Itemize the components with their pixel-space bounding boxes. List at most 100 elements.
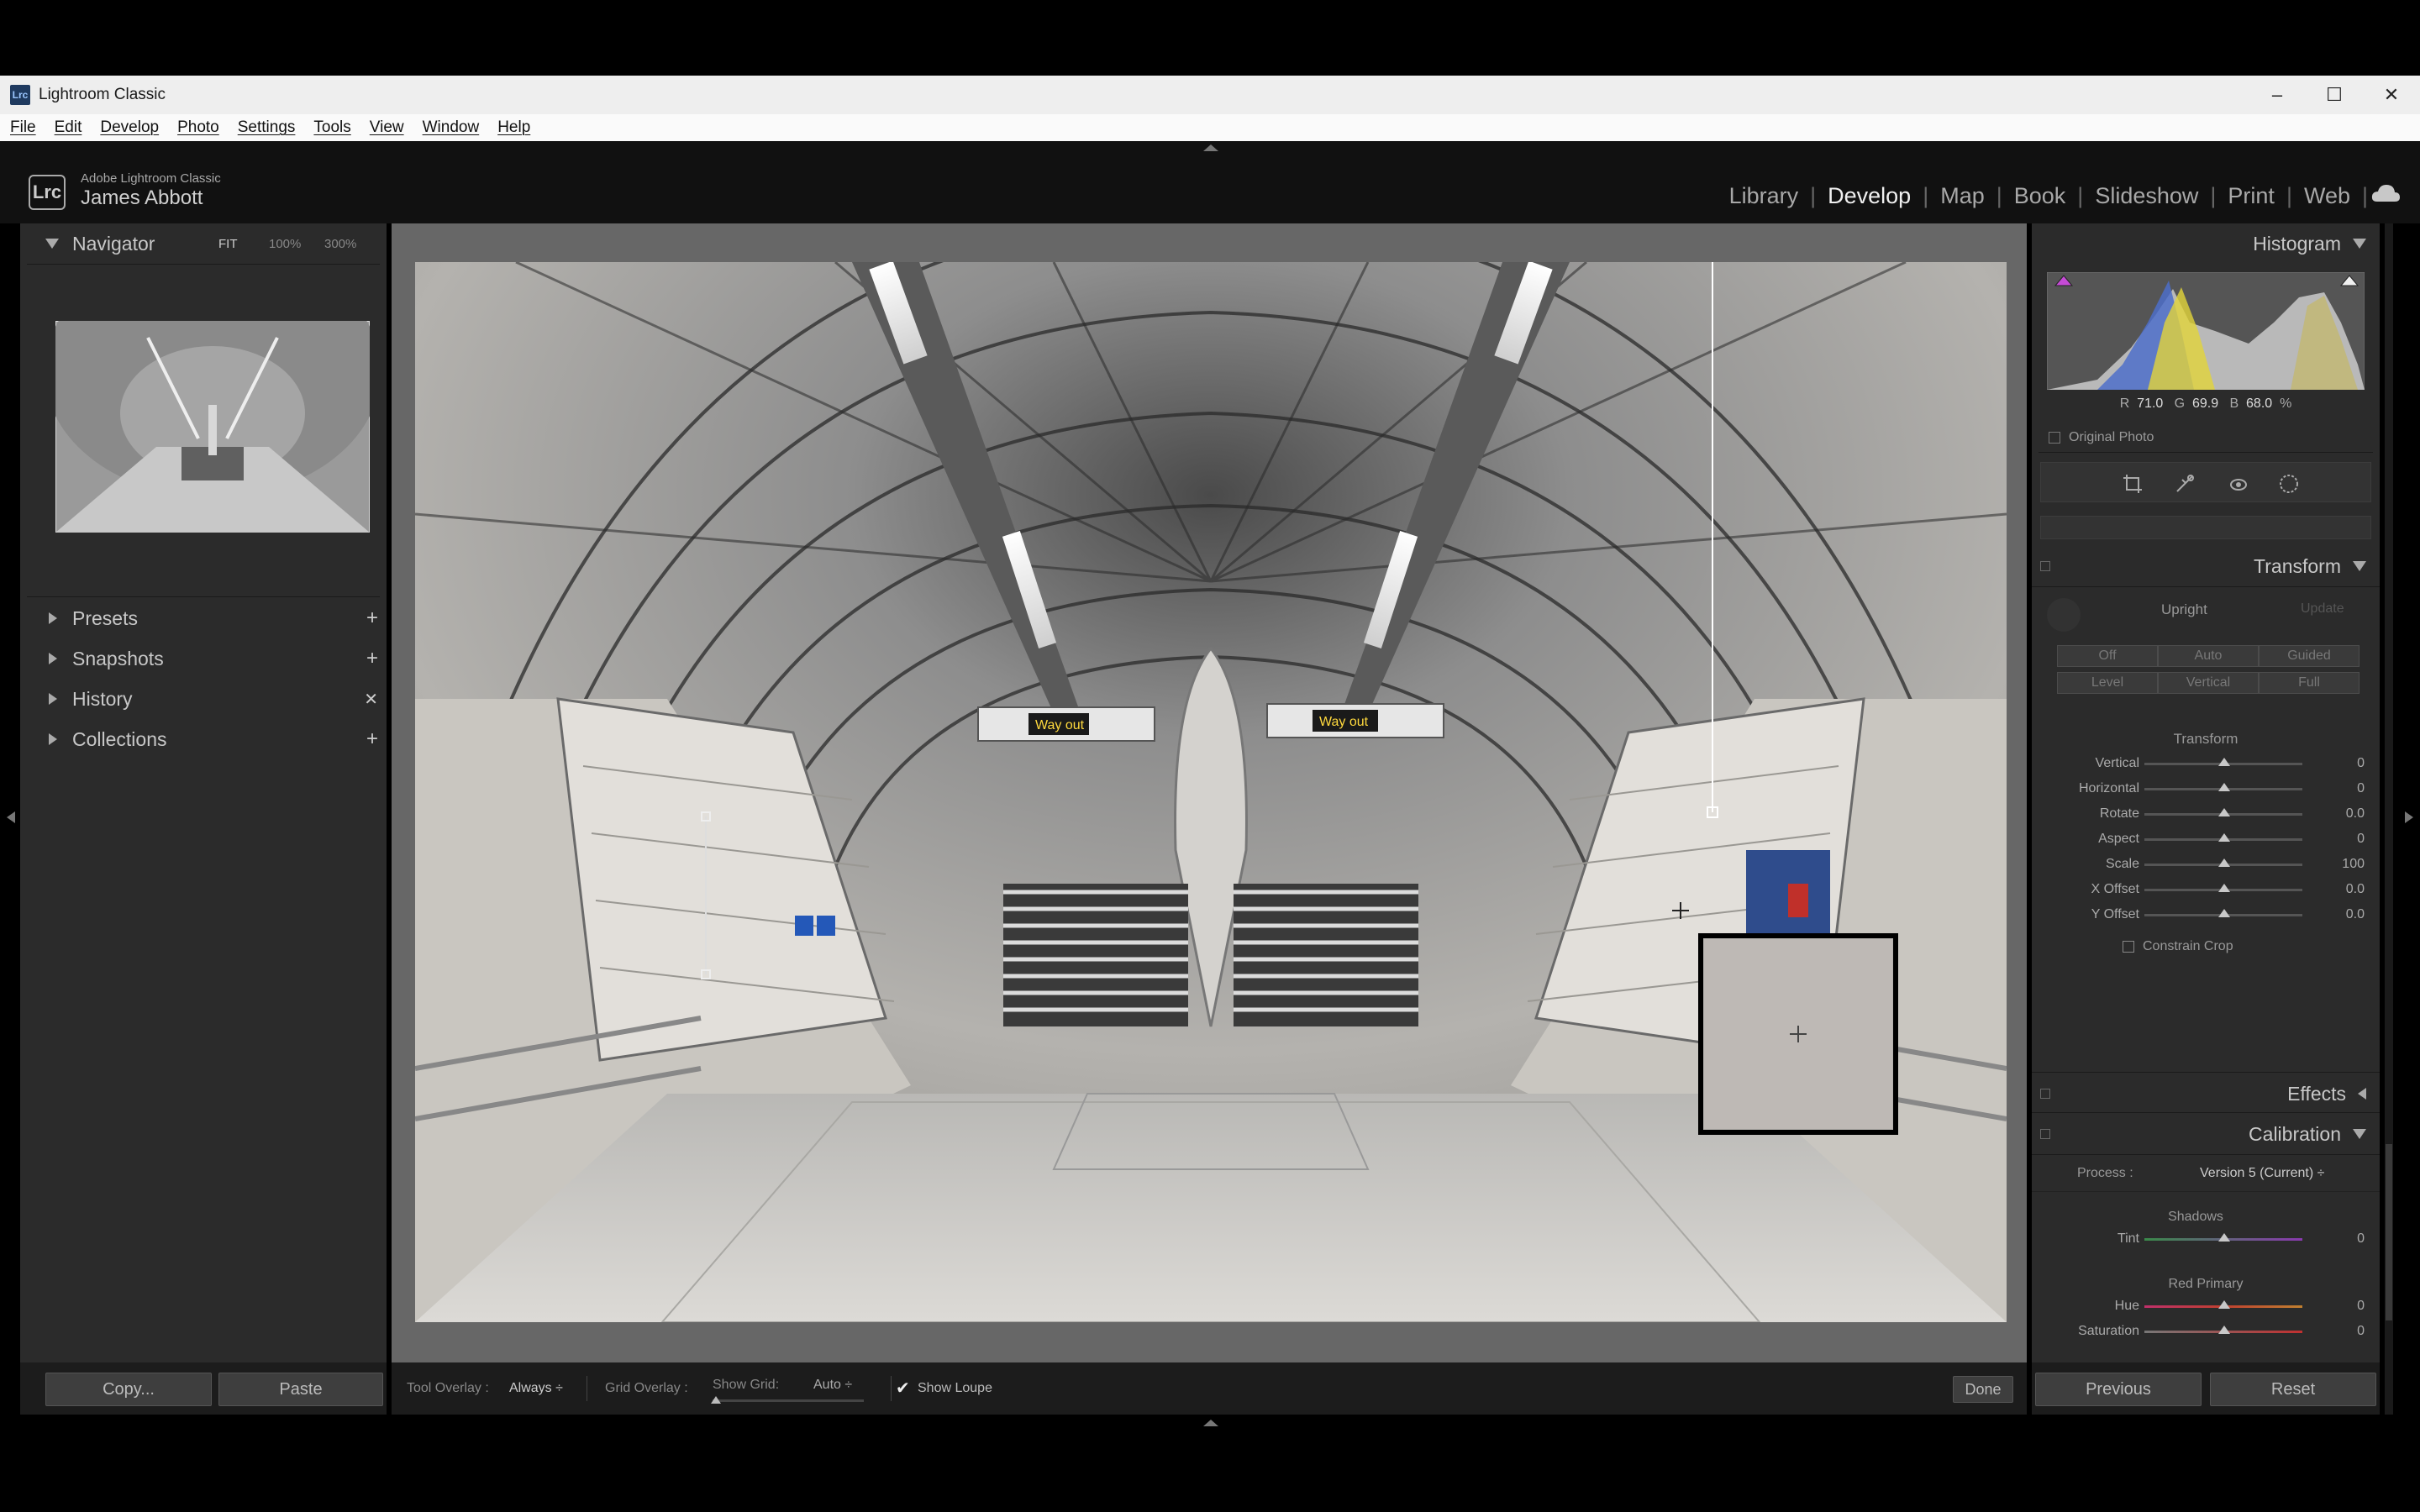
upright-guided-button[interactable]: Guided (2259, 645, 2360, 667)
vertical-slider[interactable]: Vertical 0 (2032, 751, 2380, 776)
filmstrip-toggle-icon[interactable] (1203, 1420, 1218, 1426)
collapse-icon[interactable] (2353, 561, 2366, 571)
menu-photo[interactable]: Photo (177, 118, 219, 137)
effects-header[interactable]: Effects (2032, 1074, 2380, 1114)
module-library[interactable]: Library (1718, 183, 1811, 209)
top-panel-toggle-icon[interactable] (1203, 144, 1218, 151)
menu-edit[interactable]: Edit (55, 118, 82, 137)
grid-size-slider[interactable] (713, 1399, 864, 1402)
navigator-header[interactable]: Navigator FIT 100% 300% (20, 223, 387, 264)
calibration-header[interactable]: Calibration (2032, 1114, 2380, 1154)
module-map[interactable]: Map (1928, 183, 1996, 209)
upright-level-button[interactable]: Level (2057, 672, 2158, 694)
module-slideshow[interactable]: Slideshow (2083, 183, 2210, 209)
transform-toggle[interactable] (2040, 561, 2050, 571)
upright-off-button[interactable]: Off (2057, 645, 2158, 667)
rotate-slider[interactable]: Rotate 0.0 (2032, 801, 2380, 827)
tool-overlay-select[interactable]: Always ÷ (509, 1381, 563, 1396)
y-offset-slider[interactable]: Y Offset 0.0 (2032, 902, 2380, 927)
navigator-preview[interactable] (55, 321, 370, 533)
show-loupe-checkbox[interactable]: ✔ (896, 1378, 913, 1398)
minimize-button[interactable]: – (2249, 76, 2306, 114)
expand-icon[interactable] (49, 693, 57, 705)
reset-button[interactable]: Reset (2210, 1373, 2376, 1406)
menu-window[interactable]: Window (423, 118, 480, 137)
red-eye-icon[interactable] (2228, 473, 2249, 495)
show-grid-select[interactable]: Auto ÷ (813, 1378, 852, 1393)
scrollbar-thumb[interactable] (2386, 1144, 2392, 1320)
histogram-header[interactable]: Histogram (2032, 223, 2380, 264)
aspect-slider[interactable]: Aspect 0 (2032, 827, 2380, 852)
upright-vertical-button[interactable]: Vertical (2158, 672, 2259, 694)
collections-header[interactable]: Collections + (20, 719, 387, 759)
constrain-crop-checkbox[interactable] (2123, 941, 2134, 953)
clear-history-button[interactable]: ✕ (364, 689, 378, 710)
expand-icon[interactable] (49, 653, 57, 664)
left-panel-toggle-icon[interactable] (7, 811, 15, 827)
menu-file[interactable]: File (10, 118, 36, 137)
effects-toggle[interactable] (2040, 1089, 2050, 1099)
copy-settings-button[interactable]: Copy... (45, 1373, 212, 1406)
way-out-text-right: Way out (1319, 715, 1369, 729)
add-preset-button[interactable]: + (366, 606, 378, 630)
done-button[interactable]: Done (1953, 1376, 2013, 1403)
process-select[interactable]: Version 5 (Current) ÷ (2200, 1166, 2324, 1181)
zoom-300[interactable]: 300% (324, 237, 356, 251)
collapse-icon[interactable] (45, 239, 59, 249)
menu-tools[interactable]: Tools (313, 118, 350, 137)
upright-update-button[interactable]: Update (2301, 601, 2344, 617)
identity-plate-bar (0, 141, 2420, 223)
collapse-icon[interactable] (2353, 239, 2366, 249)
masking-icon[interactable] (2278, 473, 2300, 495)
zoom-fit[interactable]: FIT (218, 237, 238, 251)
right-panel-scrollbar[interactable] (2385, 223, 2393, 1415)
expand-icon[interactable] (49, 733, 57, 745)
module-web[interactable]: Web (2292, 183, 2362, 209)
calibration-toggle[interactable] (2040, 1129, 2050, 1139)
crop-icon[interactable] (2122, 473, 2144, 495)
original-photo-checkbox[interactable] (2049, 432, 2060, 444)
red-saturation-slider[interactable]: Saturation 0 (2032, 1319, 2380, 1344)
x-offset-slider[interactable]: X Offset 0.0 (2032, 877, 2380, 902)
menu-develop[interactable]: Develop (100, 118, 159, 137)
histogram-rgb-readout: R 71.0 G 69.9 B 68.0 % (2119, 396, 2292, 411)
cloud-icon[interactable] (2370, 181, 2402, 205)
main-photo[interactable]: Way out Way out (415, 262, 2007, 1322)
add-collection-button[interactable]: + (366, 727, 378, 751)
module-develop[interactable]: Develop (1816, 183, 1923, 209)
maximize-button[interactable]: ☐ (2306, 76, 2363, 114)
window-title: Lightroom Classic (39, 86, 166, 103)
history-header[interactable]: History ✕ (20, 679, 387, 719)
upright-auto-button[interactable]: Auto (2158, 645, 2259, 667)
expand-icon[interactable] (49, 612, 57, 624)
shadows-tint-slider[interactable]: Tint 0 (2032, 1226, 2380, 1252)
collapse-icon[interactable] (2353, 1129, 2366, 1139)
close-button[interactable]: ✕ (2363, 76, 2420, 114)
upright-target-icon[interactable] (2047, 598, 2081, 632)
zoom-100[interactable]: 100% (269, 237, 301, 251)
previous-button[interactable]: Previous (2035, 1373, 2202, 1406)
histogram-title: Histogram (2253, 232, 2341, 255)
paste-settings-button[interactable]: Paste (218, 1373, 383, 1406)
module-print[interactable]: Print (2216, 183, 2286, 209)
red-hue-slider[interactable]: Hue 0 (2032, 1294, 2380, 1319)
presets-header[interactable]: Presets + (20, 598, 387, 638)
effects-title: Effects (2287, 1082, 2346, 1105)
histogram-graph[interactable] (2047, 272, 2365, 390)
expand-icon[interactable] (2358, 1088, 2366, 1100)
module-book[interactable]: Book (2002, 183, 2078, 209)
menu-help[interactable]: Help (497, 118, 530, 137)
spot-removal-icon[interactable] (2174, 473, 2196, 495)
horizontal-slider[interactable]: Horizontal 0 (2032, 776, 2380, 801)
upright-full-button[interactable]: Full (2259, 672, 2360, 694)
window-titlebar: Lrc Lightroom Classic – ☐ ✕ (0, 76, 2420, 114)
grid-size-knob[interactable] (711, 1396, 721, 1404)
transform-header[interactable]: Transform (2032, 546, 2380, 586)
scale-slider[interactable]: Scale 100 (2032, 852, 2380, 877)
menu-settings[interactable]: Settings (238, 118, 296, 137)
add-snapshot-button[interactable]: + (366, 647, 378, 670)
tool-options-strip (2040, 516, 2371, 539)
right-panel-toggle-icon[interactable] (2405, 811, 2413, 827)
menu-view[interactable]: View (370, 118, 404, 137)
snapshots-header[interactable]: Snapshots + (20, 638, 387, 679)
